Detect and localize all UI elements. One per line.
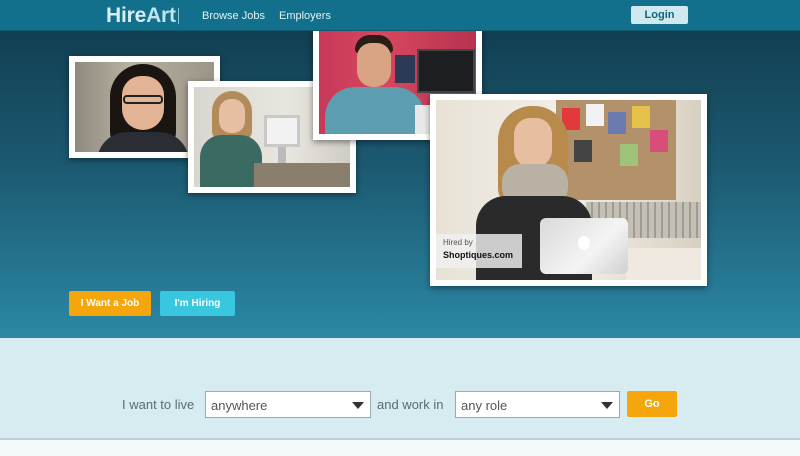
hero-section: Hired by Shoptiques.com I Want a Job I'm… (0, 31, 800, 338)
clipping-shape (650, 130, 668, 152)
top-navbar: HireArt Browse Jobs Employers Login (0, 0, 800, 31)
role-select-value: any role (461, 398, 508, 413)
glasses-shape (123, 95, 163, 104)
location-select[interactable]: anywhere (205, 391, 371, 418)
face-shape (514, 118, 552, 168)
monitor-stand-shape (278, 147, 286, 163)
face-shape (219, 99, 245, 133)
body-shape (200, 135, 262, 187)
clipping-shape (586, 104, 604, 126)
work-label: and work in (377, 397, 444, 412)
hired-by-company: Shoptiques.com (443, 250, 514, 260)
logo-text-art: Art (146, 4, 176, 27)
desk-shape (254, 163, 350, 187)
desk-shape (626, 248, 701, 280)
i-want-a-job-button[interactable]: I Want a Job (69, 291, 151, 316)
hired-by-label: Hired by (443, 238, 473, 247)
apple-logo-icon (578, 236, 590, 250)
live-label: I want to live (122, 397, 195, 412)
monitor-shape (264, 115, 300, 147)
face-shape (357, 43, 391, 87)
hireart-logo[interactable]: HireArt (106, 4, 176, 28)
clipping-shape (620, 144, 638, 166)
monitor-shape (417, 49, 475, 93)
go-button[interactable]: Go (627, 391, 677, 417)
hired-by-caption: Hired by Shoptiques.com (436, 234, 522, 268)
photo-featured-hire: Hired by Shoptiques.com (430, 94, 707, 286)
logo-text-hire: Hire (106, 4, 147, 27)
nav-employers-link[interactable]: Employers (279, 10, 331, 22)
logo-cursor-bar (178, 8, 179, 24)
clipping-shape (608, 112, 626, 134)
photo-featured-hire-image: Hired by Shoptiques.com (436, 100, 701, 280)
im-hiring-button[interactable]: I'm Hiring (160, 291, 235, 316)
nav-browse-jobs-link[interactable]: Browse Jobs (202, 10, 265, 22)
role-select[interactable]: any role (455, 391, 620, 418)
dropdown-arrow-icon (601, 402, 613, 409)
clipping-shape (574, 140, 592, 162)
footer-strip (0, 442, 800, 456)
search-band: I want to live anywhere and work in any … (0, 338, 800, 440)
body-shape (325, 87, 425, 134)
login-button[interactable]: Login (631, 6, 688, 24)
dropdown-arrow-icon (352, 402, 364, 409)
screen-shape (395, 55, 415, 83)
location-select-value: anywhere (211, 398, 268, 413)
clipping-shape (632, 106, 650, 128)
